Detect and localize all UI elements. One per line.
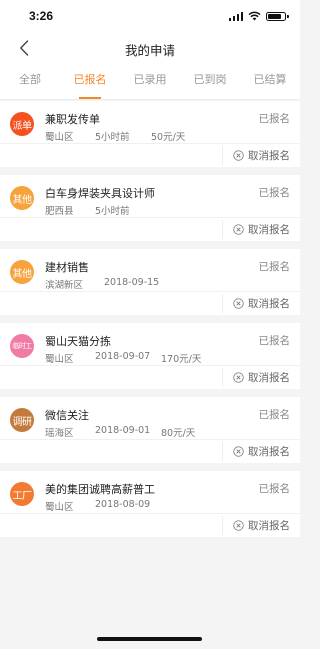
cancel-signup-button[interactable]: 取消报名: [233, 370, 290, 385]
job-title: 兼职发传单: [45, 113, 100, 126]
category-badge: 调研: [10, 408, 34, 432]
close-circle-icon: [233, 150, 244, 161]
close-circle-icon: [233, 372, 244, 383]
job-location: 蜀山区: [45, 354, 74, 365]
cancel-signup-label: 取消报名: [248, 372, 290, 384]
job-date: 2018-09-15: [104, 277, 160, 288]
close-circle-icon: [233, 224, 244, 235]
application-list: 派单 兼职发传单 已报名 蜀山区 5小时前 50元/天 取消报名 其他 白车身焊装夹具设计师 已报…: [0, 101, 300, 545]
status-label: 已报名: [258, 335, 291, 347]
category-badge: 其他: [10, 260, 34, 284]
battery-level: [268, 13, 282, 19]
application-card-body[interactable]: 其他 建材销售 已报名滨湖新区 2018-09-15: [0, 249, 300, 292]
application-card-body[interactable]: 派单 兼职发传单 已报名蜀山区 5小时前 50元/天: [0, 101, 300, 144]
application-card[interactable]: 其他 建材销售 已报名滨湖新区 2018-09-15 取消报名: [0, 249, 300, 315]
tab-signed-up[interactable]: 已报名: [60, 62, 120, 99]
job-pay: 170元/天: [161, 354, 202, 365]
job-location: 滨湖新区: [45, 280, 84, 291]
job-title: 微信关注: [45, 409, 89, 422]
job-meta: 蜀山区 5小时前 50元/天: [45, 129, 185, 143]
close-circle-icon: [233, 298, 244, 309]
application-card[interactable]: 工厂 美的集团诚聘高薪普工 已报名蜀山区 2018-08-09 取消报名: [0, 471, 300, 537]
job-meta: 蜀山区 2018-08-09: [45, 499, 161, 513]
application-card-body[interactable]: 工厂 美的集团诚聘高薪普工 已报名蜀山区 2018-08-09: [0, 471, 300, 514]
cancel-signup-label: 取消报名: [248, 224, 290, 236]
job-meta: 瑶海区 2018-09-01 80元/天: [45, 425, 195, 439]
battery-icon: [266, 11, 289, 21]
job-pay: 50元/天: [151, 132, 186, 143]
divider: [222, 146, 223, 165]
application-card-body[interactable]: 其他 白车身焊装夹具设计师 已报名肥西县 5小时前: [0, 175, 300, 218]
job-date: 5小时前: [95, 132, 130, 143]
close-circle-icon: [233, 520, 244, 531]
divider: [222, 368, 223, 387]
job-date: 5小时前: [95, 206, 130, 217]
signal-icon: [228, 11, 243, 21]
application-card-actions: 取消报名: [0, 218, 300, 241]
tab-all[interactable]: 全部: [0, 62, 60, 99]
job-location: 肥西县: [45, 206, 74, 217]
cancel-signup-button[interactable]: 取消报名: [233, 222, 290, 237]
job-date: 2018-09-01: [95, 425, 151, 436]
job-meta: 滨湖新区 2018-09-15: [45, 277, 170, 291]
application-card-actions: 取消报名: [0, 366, 300, 389]
job-title: 建材销售: [45, 261, 89, 274]
divider: [222, 442, 223, 461]
application-card[interactable]: 派单 兼职发传单 已报名蜀山区 5小时前 50元/天取消报名: [0, 101, 300, 167]
job-meta: 蜀山区 2018-09-07 170元/天: [45, 351, 201, 365]
application-card-actions: 取消报名: [0, 292, 300, 315]
close-circle-icon: [233, 446, 244, 457]
divider: [222, 294, 223, 313]
job-pay: 80元/天: [161, 428, 196, 439]
cancel-signup-button[interactable]: 取消报名: [233, 518, 290, 533]
job-title: 美的集团诚聘高薪普工: [45, 483, 155, 496]
job-title: 白车身焊装夹具设计师: [45, 187, 155, 200]
job-location: 蜀山区: [45, 132, 74, 143]
application-card[interactable]: 调研 微信关注 已报名瑶海区 2018-09-01 80元/天取消报名: [0, 397, 300, 463]
job-date: 2018-09-07: [95, 351, 151, 362]
job-location: 蜀山区: [45, 502, 74, 513]
status-bar: 3:26: [0, 0, 300, 34]
category-badge: 工厂: [10, 482, 34, 506]
nav-bar: 我的申请: [0, 34, 300, 62]
tab-bar: 全部 已报名 已录用 已到岗 已结算: [0, 62, 300, 100]
application-card-body[interactable]: 调研 微信关注 已报名瑶海区 2018-09-01 80元/天: [0, 397, 300, 440]
status-label: 已报名: [258, 261, 291, 273]
application-card[interactable]: 其他 白车身焊装夹具设计师 已报名肥西县 5小时前取消报名: [0, 175, 300, 241]
status-time: 3:26: [29, 9, 54, 23]
wifi-icon: [248, 11, 261, 21]
category-badge: 派单: [10, 112, 34, 136]
page-title: 我的申请: [124, 43, 175, 58]
cancel-signup-label: 取消报名: [248, 150, 290, 162]
cancel-signup-label: 取消报名: [248, 520, 290, 532]
cancel-signup-button[interactable]: 取消报名: [233, 296, 290, 311]
status-label: 已报名: [258, 483, 291, 495]
cancel-signup-label: 取消报名: [248, 446, 290, 458]
tab-on-duty[interactable]: 已到岗: [180, 62, 240, 99]
status-icons: [228, 11, 289, 21]
cancel-signup-button[interactable]: 取消报名: [233, 148, 290, 163]
job-meta: 肥西县 5小时前: [45, 203, 151, 217]
application-card-actions: 取消报名: [0, 440, 300, 463]
divider: [222, 516, 223, 535]
application-card-actions: 取消报名: [0, 514, 300, 537]
status-label: 已报名: [258, 409, 291, 421]
category-badge: 临时工: [10, 334, 34, 358]
home-indicator: [97, 637, 202, 641]
status-label: 已报名: [258, 187, 291, 199]
application-card-body[interactable]: 临时工 蜀山天猫分拣 已报名蜀山区 2018-09-07 170元/天: [0, 323, 300, 366]
cancel-signup-label: 取消报名: [248, 298, 290, 310]
application-card[interactable]: 临时工 蜀山天猫分拣 已报名蜀山区 2018-09-07 170元/天取消报名: [0, 323, 300, 389]
tab-hired[interactable]: 已录用: [120, 62, 180, 99]
application-card-actions: 取消报名: [0, 144, 300, 167]
tab-settled[interactable]: 已结算: [240, 62, 300, 99]
divider: [222, 220, 223, 239]
cancel-signup-button[interactable]: 取消报名: [233, 444, 290, 459]
category-badge: 其他: [10, 186, 34, 210]
job-title: 蜀山天猫分拣: [45, 335, 111, 348]
status-label: 已报名: [258, 113, 291, 125]
job-date: 2018-08-09: [95, 499, 151, 510]
job-location: 瑶海区: [45, 428, 74, 439]
